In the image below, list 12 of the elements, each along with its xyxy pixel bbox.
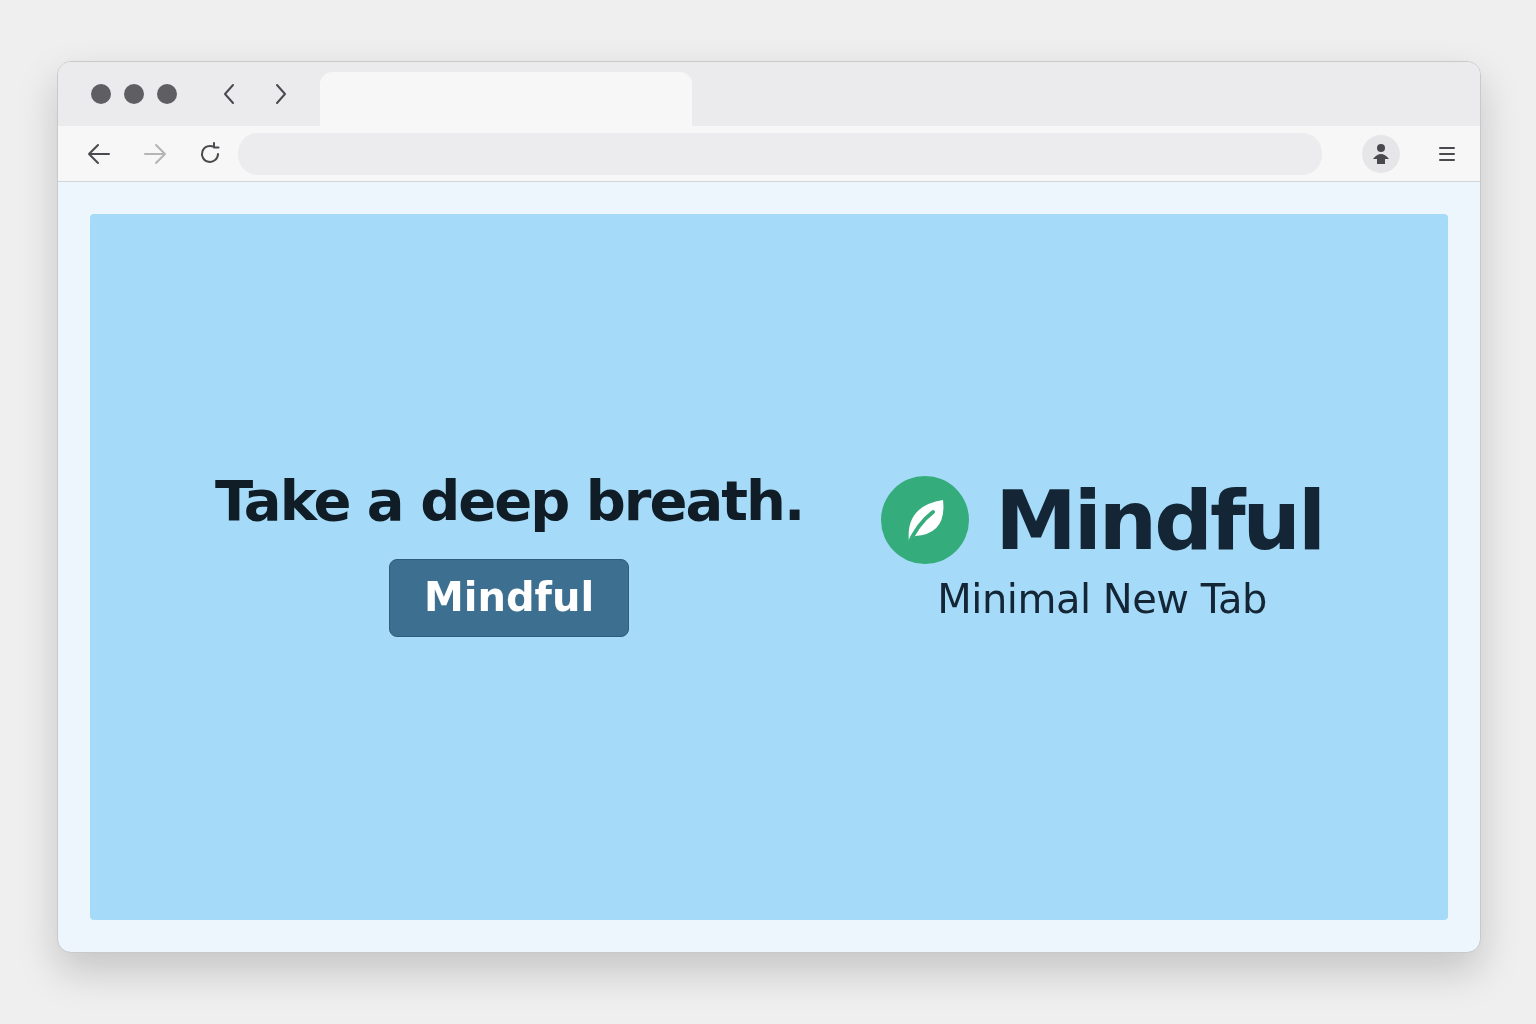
window-control-icon[interactable]	[157, 84, 177, 104]
window-control-icon[interactable]	[124, 84, 144, 104]
profile-button[interactable]	[1362, 134, 1400, 173]
reload-button[interactable]	[198, 141, 222, 166]
window-control-icon[interactable]	[91, 84, 111, 104]
headline: Take a deep breath.	[214, 467, 804, 533]
mindful-button[interactable]: Mindful	[388, 558, 630, 637]
menu-button[interactable]	[1438, 144, 1456, 163]
person-icon	[1371, 142, 1391, 165]
leaf-logo-icon	[881, 476, 970, 564]
brand-name: Mindful	[995, 472, 1324, 568]
tagline: Minimal New Tab	[937, 575, 1267, 622]
